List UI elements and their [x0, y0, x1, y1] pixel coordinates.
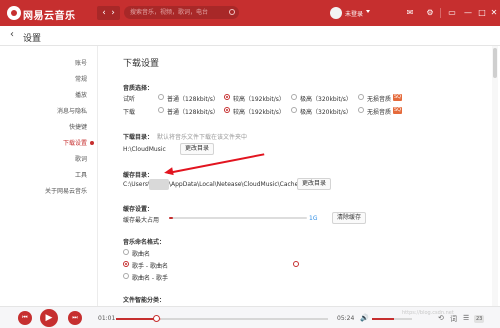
option-label: 较高（192kbit/s）: [233, 109, 285, 116]
download-settings-panel: 下载设置 音质选择： 试听 普通（128kbit/s） 较高（192kbit/s…: [123, 46, 483, 306]
nav-item-general[interactable]: 常规: [27, 74, 87, 90]
radio-trial-veryhigh[interactable]: [291, 94, 297, 100]
envelope-icon[interactable]: ✉: [404, 7, 416, 19]
option-label: 无损音质: [367, 109, 392, 116]
option-label: 极高（320kbit/s）: [300, 109, 352, 116]
forward-button[interactable]: ›: [106, 6, 120, 20]
toolbar-divider: [440, 8, 441, 18]
naming-option-label: 歌曲名 - 歌手: [132, 275, 168, 282]
progress-knob[interactable]: [152, 315, 160, 322]
search-input[interactable]: [130, 7, 226, 18]
progress-bar[interactable]: [116, 315, 328, 322]
back-arrow-icon[interactable]: ‹: [10, 29, 14, 40]
play-button[interactable]: ▶: [40, 309, 58, 327]
scrollbar-thumb[interactable]: [493, 48, 497, 78]
sq-badge: SQ: [393, 107, 403, 114]
scrollbar[interactable]: [492, 46, 498, 306]
radio-trial-high[interactable]: [224, 94, 230, 100]
gear-icon[interactable]: ⚙: [424, 7, 436, 19]
cache-dir-path-prefix: C:\Users\: [123, 181, 151, 188]
clear-cache-button[interactable]: 清除缓存: [332, 212, 367, 224]
next-track-button[interactable]: ⏭: [68, 311, 82, 325]
download-dir-hint: 默认将音乐文件下载在该文件夹中: [157, 134, 248, 141]
settings-nav: 账号 常规 播放 消息与隐私 快捷键 下载设置 歌词 工具 关于网易云音乐: [27, 58, 87, 202]
option-label: 普通（128kbit/s）: [167, 96, 219, 103]
nav-item-shortcuts[interactable]: 快捷键: [27, 122, 87, 138]
sq-badge: SQ: [393, 94, 403, 101]
option-label: 普通（128kbit/s）: [167, 109, 219, 116]
search-icon[interactable]: [229, 9, 235, 15]
radio-download-normal[interactable]: [158, 107, 164, 113]
naming-option-label: 歌手 - 歌曲名: [132, 263, 168, 270]
nav-divider: [97, 46, 98, 306]
minimize-icon[interactable]: —: [462, 7, 474, 19]
login-link[interactable]: 未登录: [345, 9, 363, 18]
radio-trial-normal[interactable]: [158, 94, 164, 100]
cache-size-slider[interactable]: [169, 217, 307, 219]
section-title: 下载设置: [123, 59, 160, 69]
current-time: 01:01: [98, 315, 116, 322]
change-cache-dir-button[interactable]: 更改目录: [297, 178, 332, 190]
volume-fill: [372, 318, 394, 320]
radio-trial-lossless[interactable]: [358, 94, 364, 100]
naming-option-label: 歌曲名: [132, 251, 151, 258]
netease-logo-icon: [7, 6, 21, 20]
cache-slider-fill: [169, 217, 174, 219]
title-bar: 网易云音乐 ‹ › 未登录 ✉ ⚙ ▭ — □ ✕: [0, 0, 500, 26]
quality-row-label-download: 下载: [123, 109, 136, 116]
page-header: ‹ 设置: [0, 26, 500, 46]
radio-download-lossless[interactable]: [358, 107, 364, 113]
cache-dir-label: 缓存目录：: [123, 172, 154, 179]
download-dir-label: 下载目录：: [123, 134, 154, 141]
nav-item-download[interactable]: 下载设置: [27, 138, 87, 154]
search-box[interactable]: [124, 6, 239, 19]
radio-download-veryhigh[interactable]: [291, 107, 297, 113]
watermark: https://blog.csdn.net: [402, 310, 454, 316]
annotation-arrowhead: [163, 167, 174, 177]
previous-track-button[interactable]: ⏮: [18, 311, 32, 325]
nav-item-privacy[interactable]: 消息与隐私: [27, 106, 87, 122]
cache-max-value: 1G: [309, 215, 318, 222]
avatar[interactable]: [330, 7, 342, 19]
page-title: 设置: [23, 34, 42, 44]
total-time: 05:24: [337, 315, 355, 322]
radio-naming-song[interactable]: [123, 249, 129, 255]
naming-format-label: 音乐命名格式：: [123, 239, 166, 246]
cache-settings-label: 缓存设置：: [123, 206, 154, 213]
cache-slider-knob[interactable]: [293, 261, 300, 267]
annotation-arrow: [167, 153, 265, 174]
close-icon[interactable]: ✕: [488, 7, 500, 19]
nav-item-playback[interactable]: 播放: [27, 90, 87, 106]
nav-item-tools[interactable]: 工具: [27, 170, 87, 186]
cache-max-label: 缓存最大占用: [123, 217, 160, 224]
nav-item-lyrics[interactable]: 歌词: [27, 154, 87, 170]
chevron-down-icon[interactable]: [366, 10, 370, 13]
cache-dir-path-suffix: \AppData\Local\Netease\CloudMusic\Cache: [169, 181, 299, 188]
volume-icon[interactable]: 🔊: [360, 314, 369, 322]
active-nav-indicator: [90, 141, 94, 145]
radio-download-high[interactable]: [224, 107, 230, 113]
radio-naming-artist-song[interactable]: [123, 261, 129, 267]
download-dir-path: H:\CloudMusic: [123, 146, 166, 153]
nav-item-about[interactable]: 关于网易云音乐: [27, 186, 87, 202]
playlist-count[interactable]: 23: [474, 315, 485, 323]
option-label: 极高（320kbit/s）: [300, 96, 352, 103]
quality-row-label-trial: 试听: [123, 96, 136, 103]
mini-mode-icon[interactable]: ▭: [446, 7, 458, 19]
option-label: 较高（192kbit/s）: [233, 96, 285, 103]
progress-fill: [116, 318, 157, 320]
playlist-icon[interactable]: ☰: [463, 314, 469, 322]
redacted-username: [149, 179, 169, 190]
quality-label: 音质选择：: [123, 85, 154, 92]
app-name: 网易云音乐: [23, 11, 76, 22]
radio-naming-song-artist[interactable]: [123, 273, 129, 279]
option-label: 无损音质: [367, 96, 392, 103]
volume-slider[interactable]: [372, 318, 412, 320]
classify-label: 文件智能分类：: [123, 297, 166, 304]
change-download-dir-button[interactable]: 更改目录: [180, 143, 215, 155]
nav-item-account[interactable]: 账号: [27, 58, 87, 74]
maximize-icon[interactable]: □: [476, 7, 488, 19]
